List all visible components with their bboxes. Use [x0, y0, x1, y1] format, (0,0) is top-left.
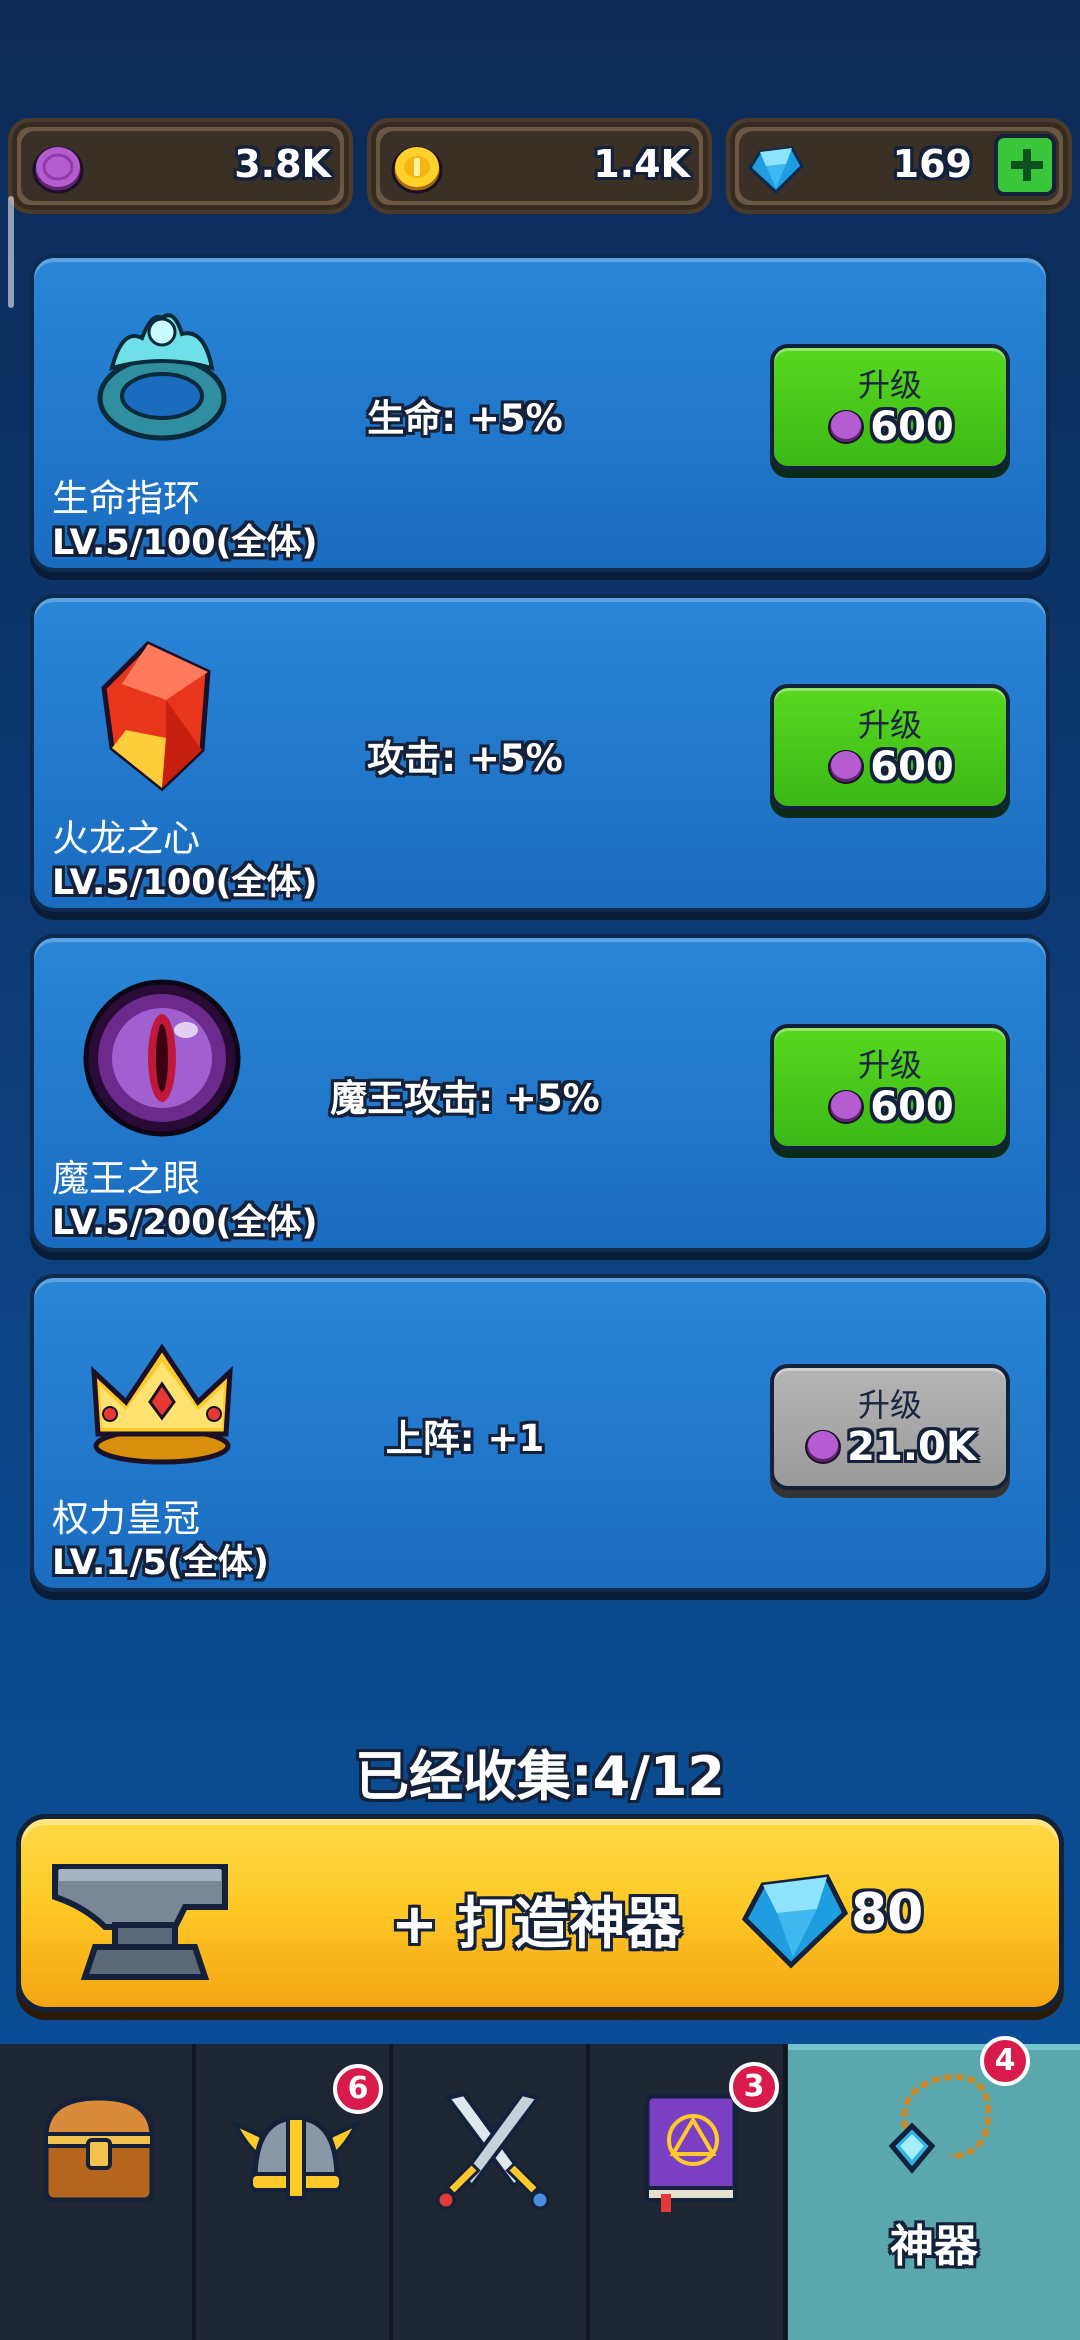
purple-coin-icon [828, 750, 865, 784]
upgrade-cost-value: 600 [870, 744, 954, 790]
upgrade-cost: 600 [774, 404, 1006, 450]
treasure-chest-icon [43, 2095, 155, 2203]
ring-icon [97, 313, 227, 441]
artifact-card: 生命指环 LV.5/100(全体) 生命: +5% 升级 600 [30, 254, 1050, 572]
anvil-icon [52, 1864, 228, 1980]
crossed-swords-icon [436, 2091, 550, 2210]
upgrade-label: 升级 [857, 706, 922, 744]
gold-coin-counter: 1.4K [367, 118, 712, 214]
diamond-amount: 169 [892, 142, 972, 186]
artifact-effect: 攻击: +5% [367, 737, 563, 780]
gold-coin-icon [391, 146, 443, 194]
upgrade-button[interactable]: 升级 600 [770, 344, 1010, 470]
artifact-level: LV.5/200(全体) [52, 1203, 318, 1243]
diamond-icon [748, 146, 804, 195]
upgrade-button[interactable]: 升级 21.0K [770, 1364, 1010, 1490]
upgrade-cost: 21.0K [774, 1424, 1006, 1470]
add-diamonds-button[interactable] [994, 134, 1056, 196]
tab-label: 神器 [890, 2221, 978, 2272]
upgrade-cost-value: 600 [870, 1084, 954, 1130]
purple-coin-icon [32, 146, 84, 194]
purple-coin-icon [828, 410, 865, 444]
tab-treasure[interactable] [0, 2044, 196, 2340]
tab-battle[interactable] [394, 2044, 590, 2340]
bottom-tab-bar: 6 3 4 神器 [0, 2036, 1080, 2340]
notification-badge: 4 [980, 2036, 1030, 2086]
upgrade-cost: 600 [774, 1084, 1006, 1130]
artifact-effect: 上阵: +1 [385, 1417, 545, 1460]
artifact-level: LV.5/100(全体) [52, 863, 318, 903]
fire-crystal-icon [101, 640, 211, 792]
purple-coin-counter: 3.8K [8, 118, 353, 214]
artifact-card: 魔王之眼 LV.5/200(全体) 魔王攻击: +5% 升级 600 [30, 934, 1050, 1252]
demon-eye-icon [83, 979, 241, 1137]
collected-count: 已经收集:4/12 [354, 1745, 726, 1808]
artifact-effect: 魔王攻击: +5% [330, 1077, 600, 1120]
notification-badge: 6 [333, 2064, 383, 2114]
upgrade-cost: 600 [774, 744, 1006, 790]
scrollbar[interactable] [8, 196, 14, 308]
tab-heroes[interactable]: 6 [197, 2044, 393, 2340]
gold-coin-amount: 1.4K [593, 142, 690, 186]
upgrade-label: 升级 [857, 1046, 922, 1084]
purple-coin-icon [828, 1090, 865, 1124]
upgrade-button[interactable]: 升级 600 [770, 1024, 1010, 1150]
purple-coin-amount: 3.8K [234, 142, 331, 186]
upgrade-label: 升级 [857, 1386, 922, 1424]
crown-icon [91, 1343, 233, 1465]
artifact-level: LV.1/5(全体) [52, 1543, 269, 1583]
upgrade-cost-value: 600 [870, 404, 954, 450]
upgrade-cost-value: 21.0K [847, 1424, 977, 1470]
artifact-effect: 生命: +5% [367, 397, 563, 440]
tab-artifacts[interactable]: 4 神器 [788, 2036, 1080, 2340]
notification-badge: 3 [729, 2062, 779, 2112]
upgrade-label: 升级 [857, 366, 922, 404]
forge-cost: 80 [851, 1883, 924, 1943]
artifact-level: LV.5/100(全体) [52, 523, 318, 563]
artifact-card: 权力皇冠 LV.1/5(全体) 上阵: +1 升级 21.0K [30, 1274, 1050, 1592]
amulet-icon [888, 2073, 992, 2174]
purple-coin-icon [805, 1430, 842, 1464]
diamond-icon [741, 1874, 849, 1969]
forge-label: + 打造神器 [391, 1892, 682, 1957]
upgrade-button[interactable]: 升级 600 [770, 684, 1010, 810]
diamond-counter: 169 [726, 118, 1072, 214]
tab-spellbook[interactable]: 3 [591, 2044, 787, 2340]
artifact-card: 火龙之心 LV.5/100(全体) 攻击: +5% 升级 600 [30, 594, 1050, 912]
currency-bar: 3.8K 1.4K 169 [8, 118, 1072, 214]
forge-artifact-button[interactable]: + 打造神器 80 [16, 1814, 1064, 2012]
